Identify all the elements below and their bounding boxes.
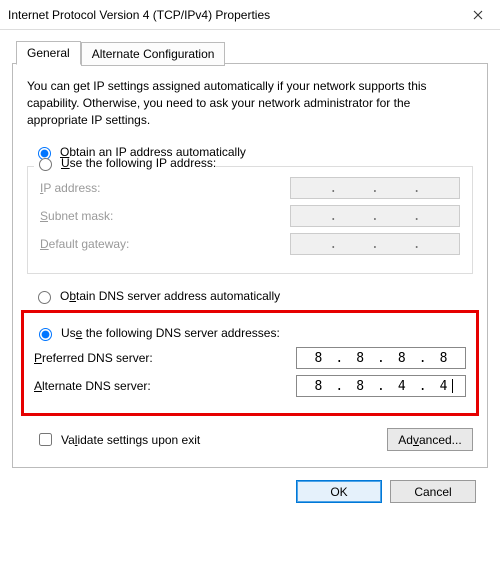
radio-use-dns[interactable]: Use the following DNS server addresses: <box>34 325 466 341</box>
radio-obtain-dns-auto-input[interactable] <box>38 291 51 304</box>
radio-obtain-dns-auto[interactable]: Obtain DNS server address automatically <box>27 288 473 304</box>
ip-address-input: ... <box>290 177 460 199</box>
alternate-dns-label: Alternate DNS server: <box>34 379 151 393</box>
window-title: Internet Protocol Version 4 (TCP/IPv4) P… <box>8 8 270 22</box>
preferred-dns-input[interactable]: 8. 8. 8. 8 <box>296 347 466 369</box>
preferred-dns-label: Preferred DNS server: <box>34 351 153 365</box>
tabstrip: General Alternate Configuration <box>12 40 488 64</box>
default-gateway-input: ... <box>290 233 460 255</box>
subnet-mask-label: Subnet mask: <box>40 209 113 223</box>
window-body: General Alternate Configuration You can … <box>0 30 500 515</box>
tabpage-general: You can get IP settings assigned automat… <box>12 63 488 468</box>
description-text: You can get IP settings assigned automat… <box>27 78 473 128</box>
validate-checkbox-label: Validate settings upon exit <box>61 433 200 447</box>
ip-static-group: Use the following IP address: IP address… <box>27 166 473 274</box>
tab-general[interactable]: General <box>16 41 81 65</box>
subnet-mask-input: ... <box>290 205 460 227</box>
radio-use-ip-label: Use the following IP address: <box>61 156 216 170</box>
radio-use-ip-input[interactable] <box>39 158 52 171</box>
radio-use-dns-label: Use the following DNS server addresses: <box>61 326 280 340</box>
titlebar: Internet Protocol Version 4 (TCP/IPv4) P… <box>0 0 500 30</box>
radio-obtain-dns-auto-label: Obtain DNS server address automatically <box>60 289 280 303</box>
validate-checkbox[interactable] <box>39 433 52 446</box>
dialog-buttons: OK Cancel <box>12 468 488 503</box>
close-icon <box>473 10 483 20</box>
default-gateway-label: Default gateway: <box>40 237 129 251</box>
dns-highlight-box: Use the following DNS server addresses: … <box>21 310 479 416</box>
radio-use-dns-input[interactable] <box>39 328 52 341</box>
tab-alternate-configuration[interactable]: Alternate Configuration <box>81 42 226 66</box>
radio-use-ip[interactable]: Use the following IP address: <box>34 155 216 171</box>
cancel-button[interactable]: Cancel <box>390 480 476 503</box>
alternate-dns-input[interactable]: 8. 8. 4. 4 <box>296 375 466 397</box>
validate-checkbox-row[interactable]: Validate settings upon exit <box>27 430 200 449</box>
ok-button[interactable]: OK <box>296 480 382 503</box>
bottom-row: Validate settings upon exit Advanced... <box>27 428 473 451</box>
close-button[interactable] <box>455 0 500 30</box>
advanced-button[interactable]: Advanced... <box>387 428 473 451</box>
ip-address-label: IP address: <box>40 181 101 195</box>
text-caret <box>452 379 453 393</box>
